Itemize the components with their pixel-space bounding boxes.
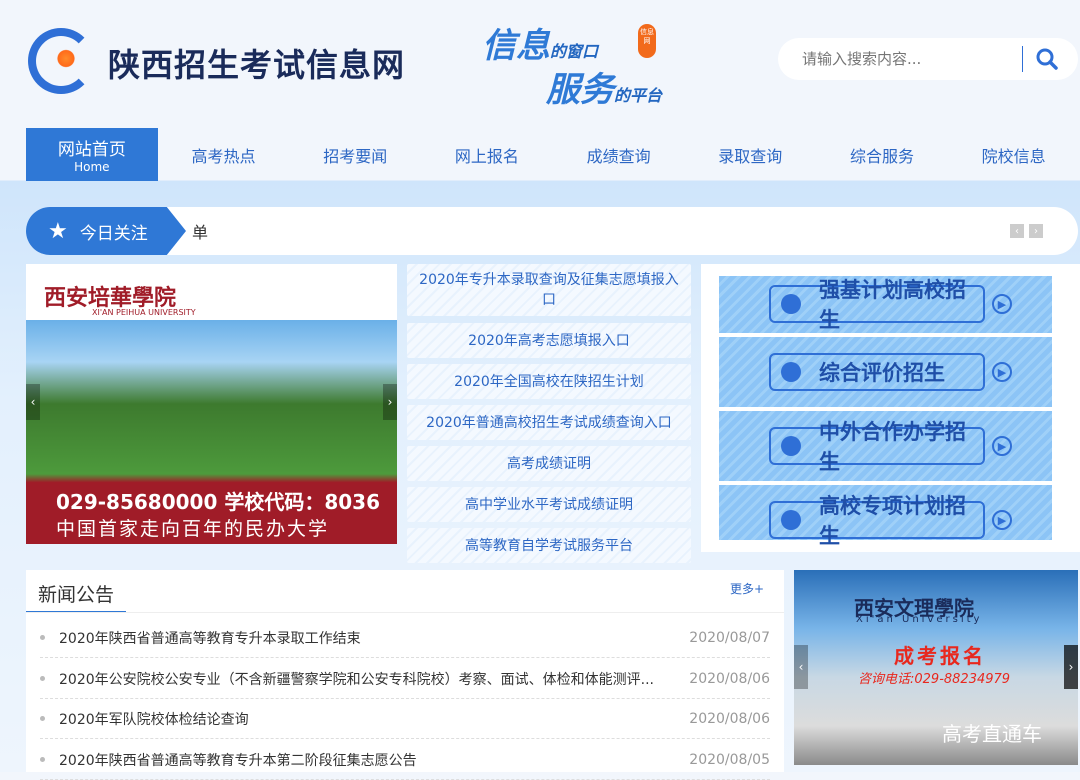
nav-label: 网站首页 bbox=[57, 140, 126, 160]
document-icon bbox=[781, 510, 801, 530]
arrow-right-icon: ▶ bbox=[992, 510, 1012, 530]
arrow-right-icon: ▶ bbox=[992, 294, 1012, 314]
news-more-link[interactable]: 更多+ bbox=[730, 580, 764, 597]
banner-university-en: Xi'an University bbox=[856, 614, 983, 625]
bullet-icon bbox=[40, 757, 45, 762]
quick-link[interactable]: 高考成绩证明 bbox=[407, 446, 691, 481]
news-title: 新闻公告 bbox=[26, 570, 127, 613]
nav-score-query[interactable]: 成绩查询 bbox=[553, 128, 685, 181]
enroll-label: 高校专项计划招生 bbox=[819, 494, 966, 548]
slogan-line2: 服务的平台 bbox=[546, 62, 662, 111]
news-panel: 新闻公告 更多+ 2020年陕西省普通高等教育专升本录取工作结束 2020/08/… bbox=[26, 570, 784, 780]
enroll-label: 强基计划高校招生 bbox=[819, 278, 966, 332]
news-item[interactable]: 2020年军队院校体检结论查询 2020/08/06 bbox=[40, 699, 770, 739]
news-item-date: 2020/08/06 bbox=[689, 670, 770, 687]
banner-headline: 成考报名 bbox=[894, 644, 986, 668]
news-item[interactable]: 2020年公安院校公安专业（不含新疆警察学院和公安专科院校）考察、面试、体检和体… bbox=[40, 659, 770, 699]
arrow-right-icon: ▶ bbox=[992, 362, 1012, 382]
star-icon: ★ bbox=[48, 218, 68, 244]
quick-link[interactable]: 2020年高考志愿填报入口 bbox=[407, 323, 691, 358]
nav-news[interactable]: 招考要闻 bbox=[289, 128, 421, 181]
nav-sublabel: Home bbox=[74, 160, 110, 174]
news-item-title[interactable]: 2020年公安院校公安专业（不含新疆警察学院和公安专科院校）考察、面试、体检和体… bbox=[59, 669, 689, 689]
banner-xian-university[interactable]: 西安文理學院 Xi'an University 成考报名 咨询电话:029-88… bbox=[794, 570, 1078, 765]
nav-services[interactable]: 综合服务 bbox=[816, 128, 948, 181]
slogan-line1: 信息的窗口 bbox=[482, 18, 598, 67]
focus-ticker-text[interactable]: 单 bbox=[192, 219, 208, 243]
search-input[interactable] bbox=[802, 50, 1022, 68]
divider bbox=[1022, 46, 1023, 72]
carousel-prev-button[interactable]: ‹ bbox=[794, 645, 808, 689]
news-item-date: 2020/08/05 bbox=[689, 751, 770, 768]
ticker-prev-button[interactable]: ‹ bbox=[1010, 224, 1024, 238]
document-icon bbox=[781, 436, 801, 456]
nav-admission-query[interactable]: 录取查询 bbox=[684, 128, 816, 181]
divider bbox=[26, 612, 784, 613]
banner-caption: 高考直通车 bbox=[942, 722, 1042, 746]
document-icon bbox=[781, 362, 801, 382]
nav-online-registration[interactable]: 网上报名 bbox=[421, 128, 553, 181]
today-focus-bar: ★ 今日关注 单 bbox=[26, 207, 1078, 255]
enroll-button[interactable]: 高校专项计划招生 ▶ bbox=[719, 485, 1052, 548]
site-logo[interactable] bbox=[28, 28, 94, 94]
enroll-label: 综合评价招生 bbox=[819, 361, 945, 385]
enroll-button[interactable]: 中外合作办学招生 ▶ bbox=[719, 411, 1052, 481]
bullet-icon bbox=[40, 676, 45, 681]
quick-link[interactable]: 2020年全国高校在陕招生计划 bbox=[407, 364, 691, 399]
slogan-small: 的窗口 bbox=[550, 42, 599, 61]
news-item[interactable]: 2020年陕西省普通高等教育专升本录取工作结束 2020/08/07 bbox=[40, 618, 770, 658]
enroll-button[interactable]: 综合评价招生 ▶ bbox=[719, 337, 1052, 407]
nav-gaokao-hot[interactable]: 高考热点 bbox=[158, 128, 290, 181]
quick-link[interactable]: 高等教育自学考试服务平台 bbox=[407, 528, 691, 563]
ticker-next-button[interactable]: › bbox=[1029, 224, 1043, 238]
slogan-big: 服务 bbox=[546, 70, 614, 110]
banner-phone: 咨询电话:029-88234979 bbox=[858, 672, 1011, 687]
carousel-next-button[interactable]: › bbox=[1064, 645, 1078, 689]
quick-link[interactable]: 2020年专升本录取查询及征集志愿填报入口 bbox=[407, 264, 691, 316]
carousel-prev-button[interactable]: ‹ bbox=[26, 384, 40, 420]
focus-tag: ★ 今日关注 bbox=[26, 207, 186, 255]
banner-phone: 029-85680000 学校代码：8036 bbox=[56, 490, 381, 514]
news-item-date: 2020/08/06 bbox=[689, 710, 770, 727]
arrow-right-icon: ▶ bbox=[992, 436, 1012, 456]
bullet-icon bbox=[40, 635, 45, 640]
document-icon bbox=[781, 294, 801, 314]
carousel-next-button[interactable]: › bbox=[383, 384, 397, 420]
search-icon[interactable] bbox=[1035, 47, 1059, 71]
news-item-title[interactable]: 2020年陕西省普通高等教育专升本录取工作结束 bbox=[59, 628, 689, 648]
news-item[interactable]: 2020年陕西省普通高等教育专升本第二阶段征集志愿公告 2020/08/05 bbox=[40, 740, 770, 780]
news-item-title[interactable]: 2020年军队院校体检结论查询 bbox=[59, 709, 689, 729]
quick-link[interactable]: 高中学业水平考试成绩证明 bbox=[407, 487, 691, 522]
slogan-big: 信息 bbox=[482, 26, 550, 66]
banner-university-en: XI'AN PEIHUA UNIVERSITY bbox=[92, 308, 196, 317]
nav-home[interactable]: 网站首页 Home bbox=[26, 128, 158, 181]
slogan-small: 的平台 bbox=[614, 86, 663, 105]
enroll-button[interactable]: 强基计划高校招生 ▶ bbox=[719, 276, 1052, 333]
enroll-label: 中外合作办学招生 bbox=[819, 420, 966, 474]
site-title: 陕西招生考试信息网 bbox=[108, 46, 406, 84]
news-item-date: 2020/08/07 bbox=[689, 629, 770, 646]
slogan-badge: 信息网 bbox=[638, 24, 656, 58]
news-item-title[interactable]: 2020年陕西省普通高等教育专升本第二阶段征集志愿公告 bbox=[59, 750, 689, 770]
search-box bbox=[778, 38, 1078, 80]
enrollment-panel: 强基计划高校招生 ▶ 综合评价招生 ▶ 中外合作办学招生 ▶ 高校专项计划招生 ▶ bbox=[701, 264, 1080, 552]
banner-motto: 中国首家走向百年的民办大学 bbox=[56, 518, 330, 540]
banner-peihua[interactable]: 西安培華學院 XI'AN PEIHUA UNIVERSITY 029-85680… bbox=[26, 264, 397, 544]
focus-label: 今日关注 bbox=[79, 223, 148, 244]
nav-colleges[interactable]: 院校信息 bbox=[948, 128, 1080, 181]
bullet-icon bbox=[40, 716, 45, 721]
quick-link[interactable]: 2020年普通高校招生考试成绩查询入口 bbox=[407, 405, 691, 440]
main-nav: 网站首页 Home 高考热点 招考要闻 网上报名 成绩查询 录取查询 综合服务 院… bbox=[26, 128, 1080, 181]
